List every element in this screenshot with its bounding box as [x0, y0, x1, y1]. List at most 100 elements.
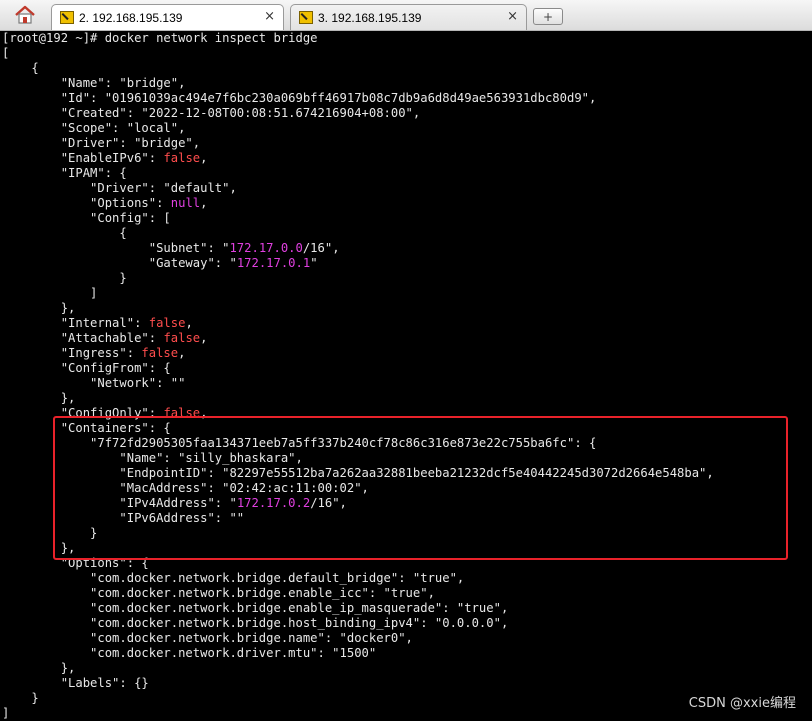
- terminal-line: "ConfigFrom": {: [2, 361, 714, 376]
- terminal-text: "Gateway": ": [2, 256, 237, 270]
- new-tab-button[interactable]: +: [533, 8, 563, 25]
- terminal-text: "Created": "2022-12-08T00:08:51.67421690…: [2, 106, 421, 120]
- terminal-text: "Subnet": ": [2, 241, 230, 255]
- terminal-text: "EnableIPv6":: [2, 151, 164, 165]
- close-icon[interactable]: ×: [507, 9, 518, 24]
- terminal-line: "com.docker.network.driver.mtu": "1500": [2, 646, 714, 661]
- terminal-output[interactable]: [root@192 ~]# docker network inspect bri…: [0, 31, 812, 721]
- terminal-text: "Driver": "bridge",: [2, 136, 201, 150]
- terminal-text: ]: [2, 286, 98, 300]
- terminal-line: "Scope": "local",: [2, 121, 714, 136]
- terminal-text: "Options":: [2, 196, 171, 210]
- terminal-line: "Driver": "default",: [2, 181, 714, 196]
- terminal-line: [root@192 ~]# docker network inspect bri…: [2, 31, 714, 46]
- terminal-line: "Created": "2022-12-08T00:08:51.67421690…: [2, 106, 714, 121]
- home-button[interactable]: [6, 3, 44, 27]
- terminal-line: },: [2, 301, 714, 316]
- terminal-text: "Attachable":: [2, 331, 164, 345]
- tab-session-2[interactable]: 2. 192.168.195.139 ×: [51, 4, 284, 30]
- terminal-text: false: [141, 346, 179, 360]
- plus-icon: +: [542, 9, 554, 24]
- terminal-text: "Network": "": [2, 376, 186, 390]
- terminal-text: "Config": [: [2, 211, 171, 225]
- terminal-text: "Ingress":: [2, 346, 142, 360]
- terminal-session-icon: [299, 11, 313, 24]
- terminal-text: "com.docker.network.bridge.enable_icc": …: [2, 586, 435, 600]
- terminal-text: "com.docker.network.bridge.host_binding_…: [2, 616, 509, 630]
- tab-session-3[interactable]: 3. 192.168.195.139 ×: [290, 4, 527, 30]
- terminal-text: "IPAM": {: [2, 166, 127, 180]
- terminal-line: {: [2, 226, 714, 241]
- terminal-line: "com.docker.network.bridge.enable_ip_mas…: [2, 601, 714, 616]
- terminal-text: false: [163, 331, 201, 345]
- terminal-text: "com.docker.network.driver.mtu": "1500": [2, 646, 377, 660]
- terminal-line: "Id": "01961039ac494e7f6bc230a069bff4691…: [2, 91, 714, 106]
- terminal-line: "Driver": "bridge",: [2, 136, 714, 151]
- containers-highlight-box: [53, 416, 788, 560]
- terminal-text: 172.17.0.1: [236, 256, 311, 270]
- terminal-text: ,: [178, 346, 186, 360]
- terminal-text: "com.docker.network.bridge.default_bridg…: [2, 571, 465, 585]
- terminal-line: "Config": [: [2, 211, 714, 226]
- terminal-line: },: [2, 391, 714, 406]
- terminal-line: {: [2, 61, 714, 76]
- terminal-line: "EnableIPv6": false,: [2, 151, 714, 166]
- tab-label: 3. 192.168.195.139: [318, 11, 422, 25]
- terminal-text: },: [2, 391, 76, 405]
- watermark: CSDN @xxie编程: [688, 696, 796, 711]
- tab-label: 2. 192.168.195.139: [79, 11, 183, 25]
- tab-bar: 2. 192.168.195.139 × 3. 192.168.195.139 …: [0, 0, 812, 31]
- terminal-text: /16",: [302, 241, 340, 255]
- terminal-text: "Name": "bridge",: [2, 76, 186, 90]
- terminal-line: "Name": "bridge",: [2, 76, 714, 91]
- terminal-text: {: [2, 226, 127, 240]
- terminal-text: ": [310, 256, 318, 270]
- terminal-text: false: [148, 316, 186, 330]
- terminal-line: "Ingress": false,: [2, 346, 714, 361]
- terminal-text: ,: [185, 316, 193, 330]
- terminal-line: "IPAM": {: [2, 166, 714, 181]
- terminal-line: }: [2, 271, 714, 286]
- terminal-text: }: [2, 271, 127, 285]
- terminal-text: ,: [200, 151, 208, 165]
- terminal-text: "ConfigFrom": {: [2, 361, 171, 375]
- terminal-line: ]: [2, 706, 714, 721]
- terminal-session-icon: [60, 11, 74, 24]
- home-icon: [15, 5, 35, 24]
- terminal-line: "Options": null,: [2, 196, 714, 211]
- terminal-text: {: [2, 61, 39, 75]
- terminal-text: [: [2, 46, 10, 60]
- terminal-line: ]: [2, 286, 714, 301]
- terminal-text: "Labels": {}: [2, 676, 149, 690]
- terminal-line: "com.docker.network.bridge.enable_icc": …: [2, 586, 714, 601]
- terminal-line: [: [2, 46, 714, 61]
- close-icon[interactable]: ×: [264, 9, 275, 24]
- terminal-line: },: [2, 661, 714, 676]
- terminal-text: null: [170, 196, 201, 210]
- terminal-line: "Labels": {}: [2, 676, 714, 691]
- terminal-line: "Subnet": "172.17.0.0/16",: [2, 241, 714, 256]
- terminal-text: "com.docker.network.bridge.name": "docke…: [2, 631, 413, 645]
- terminal-line: "Gateway": "172.17.0.1": [2, 256, 714, 271]
- terminal-line: "Attachable": false,: [2, 331, 714, 346]
- terminal-text: "Driver": "default",: [2, 181, 237, 195]
- terminal-text: },: [2, 661, 76, 675]
- terminal-line: "com.docker.network.bridge.default_bridg…: [2, 571, 714, 586]
- terminal-line: "Internal": false,: [2, 316, 714, 331]
- terminal-lines: [root@192 ~]# docker network inspect bri…: [2, 31, 714, 721]
- terminal-text: },: [2, 301, 76, 315]
- terminal-text: "Scope": "local",: [2, 121, 186, 135]
- terminal-text: 172.17.0.0: [229, 241, 303, 255]
- terminal-line: "com.docker.network.bridge.host_binding_…: [2, 616, 714, 631]
- terminal-text: "Id": "01961039ac494e7f6bc230a069bff4691…: [2, 91, 597, 105]
- terminal-text: }: [2, 691, 39, 705]
- terminal-text: [root@192 ~]# docker network inspect bri…: [2, 31, 318, 45]
- terminal-text: "com.docker.network.bridge.enable_ip_mas…: [2, 601, 509, 615]
- terminal-line: }: [2, 691, 714, 706]
- terminal-text: ]: [2, 706, 10, 720]
- terminal-text: "Internal":: [2, 316, 149, 330]
- terminal-text: ,: [200, 196, 208, 210]
- terminal-line: "com.docker.network.bridge.name": "docke…: [2, 631, 714, 646]
- terminal-text: false: [163, 151, 201, 165]
- terminal-line: "Network": "": [2, 376, 714, 391]
